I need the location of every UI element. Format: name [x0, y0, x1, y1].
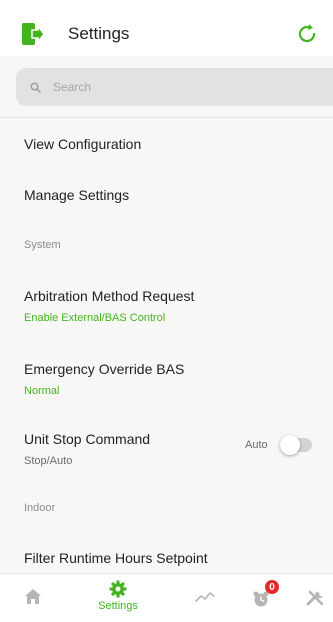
manage-settings-item[interactable]: Manage Settings	[24, 187, 129, 203]
alarm-clock-icon	[253, 591, 269, 607]
search-icon	[30, 82, 41, 93]
refresh-icon[interactable]	[295, 22, 319, 46]
arbitration-method-label: Arbitration Method Request	[24, 288, 195, 304]
unit-stop-toggle[interactable]	[279, 435, 312, 455]
toggle-knob	[279, 435, 300, 455]
toggle-label: Auto	[245, 439, 268, 451]
nav-trends[interactable]	[193, 574, 217, 622]
nav-home[interactable]	[21, 574, 45, 622]
emergency-override-value: Normal	[24, 385, 60, 397]
unit-stop-command-item[interactable]: Unit Stop Command Stop/Auto	[24, 431, 150, 467]
unit-stop-command-value: Stop/Auto	[24, 455, 73, 467]
bottom-nav: Settings 0	[0, 573, 333, 621]
emergency-override-label: Emergency Override BAS	[24, 361, 185, 377]
nav-settings[interactable]: Settings	[88, 574, 148, 622]
page-title: Settings	[68, 24, 130, 43]
unit-stop-toggle-group: Auto	[245, 435, 312, 455]
trend-line-icon	[195, 592, 215, 602]
arbitration-method-item[interactable]: Arbitration Method Request Enable Extern…	[24, 288, 194, 324]
search-input[interactable]	[51, 79, 295, 95]
section-header-indoor: Indoor	[24, 502, 56, 514]
manage-settings-label: Manage Settings	[24, 187, 130, 203]
alarm-count-badge: 0	[265, 580, 279, 594]
tools-icon	[306, 590, 324, 606]
search-bar[interactable]	[16, 68, 333, 106]
nav-settings-label: Settings	[98, 600, 138, 612]
nav-alarms[interactable]: 0	[250, 574, 284, 622]
nav-service[interactable]	[304, 574, 328, 622]
section-header-system: System	[24, 239, 61, 251]
exit-door-icon[interactable]	[22, 23, 44, 45]
arbitration-method-value: Enable External/BAS Control	[24, 312, 166, 324]
divider	[0, 117, 333, 118]
view-configuration-item[interactable]: View Configuration	[24, 136, 141, 152]
unit-stop-command-label: Unit Stop Command	[24, 431, 151, 447]
filter-runtime-label: Filter Runtime Hours Setpoint	[24, 550, 208, 566]
settings-list[interactable]: View Configuration Manage Settings Syste…	[0, 56, 333, 573]
filter-runtime-item[interactable]: Filter Runtime Hours Setpoint	[24, 550, 208, 566]
home-icon	[25, 589, 41, 604]
gear-icon	[109, 580, 127, 598]
emergency-override-item[interactable]: Emergency Override BAS Normal	[24, 361, 184, 397]
view-configuration-label: View Configuration	[24, 136, 142, 152]
